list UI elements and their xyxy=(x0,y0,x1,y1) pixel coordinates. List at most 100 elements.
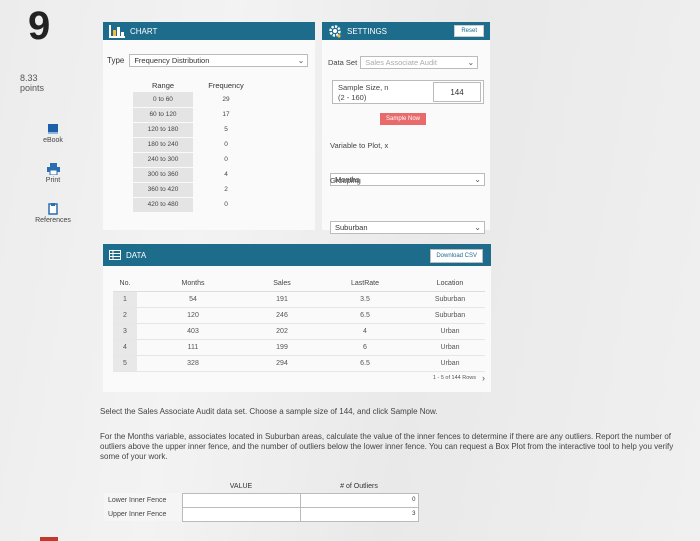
sample-now-button[interactable]: Sample Now xyxy=(380,113,427,125)
pagination-text: 1 - 5 of 144 Rows xyxy=(432,375,476,381)
outliers-header: # of Outliers xyxy=(340,482,378,490)
table-row: 3 403 202 4 Urban xyxy=(113,323,485,340)
table-row: 1 54 191 3.5 Suburban xyxy=(113,291,485,308)
chart-type-value: Frequency Distribution xyxy=(134,55,210,65)
table-row: 4 111 199 6 Urban xyxy=(113,339,485,356)
chart-type-select[interactable]: Frequency Distribution ⌄ xyxy=(129,53,309,67)
location-cell: Urban xyxy=(415,339,485,356)
ebook-label: eBook xyxy=(43,137,63,144)
upper-fence-value-input[interactable] xyxy=(181,506,301,522)
frequency-cell: 0 xyxy=(224,156,228,163)
instruction-line-1: Select the Sales Associate Audit data se… xyxy=(100,407,438,416)
lastrate-cell: 6.5 xyxy=(315,307,415,324)
column-header: Months xyxy=(137,276,249,292)
frequency-header: Frequency xyxy=(208,81,244,90)
table-row: Lower Inner Fence 0 xyxy=(104,492,419,508)
print-link[interactable]: Print xyxy=(28,163,78,184)
sales-cell: 199 xyxy=(249,339,315,356)
location-cell: Urban xyxy=(415,323,485,340)
table-row: 300 to 360 4 xyxy=(133,167,259,183)
lastrate-cell: 6.5 xyxy=(315,355,415,372)
bottom-accent-bar xyxy=(40,537,58,541)
ebook-link[interactable]: eBook xyxy=(28,123,78,144)
range-cell: 360 to 420 xyxy=(133,182,193,198)
chevron-down-icon: ⌄ xyxy=(474,223,481,232)
range-cell: 180 to 240 xyxy=(133,137,193,153)
range-cell: 120 to 180 xyxy=(133,122,193,138)
bar-chart-icon xyxy=(109,24,125,38)
question-number: 9 xyxy=(28,4,51,48)
grouping-select[interactable]: Suburban ⌄ xyxy=(330,221,485,234)
data-table: No. Months Sales LastRate Location 1 54 … xyxy=(113,276,485,372)
references-link[interactable]: References xyxy=(28,203,78,224)
range-cell: 60 to 120 xyxy=(133,107,193,123)
location-cell: Urban xyxy=(415,355,485,372)
frequency-table: Range Frequency 0 to 60 29 60 to 120 17 12… xyxy=(133,79,259,213)
chevron-right-icon[interactable]: › xyxy=(482,373,485,383)
lower-fence-outliers-input[interactable]: 0 xyxy=(299,492,419,508)
sample-size-box: Sample Size, n (2 - 160) 144 xyxy=(332,80,484,104)
points-value: 8.33 xyxy=(20,73,38,83)
sales-cell: 202 xyxy=(249,323,315,340)
ebook-icon xyxy=(48,124,58,134)
range-header: Range xyxy=(151,81,175,90)
column-header: No. xyxy=(113,276,137,292)
gear-icon xyxy=(329,25,341,38)
data-title: DATA xyxy=(126,250,147,260)
frequency-cell: 4 xyxy=(224,171,228,178)
months-cell: 328 xyxy=(137,355,249,372)
row-number: 1 xyxy=(113,291,137,308)
instruction-line-2: For the Months variable, associates loca… xyxy=(100,432,674,461)
row-number: 4 xyxy=(113,339,137,356)
months-cell: 120 xyxy=(137,307,249,324)
column-header: Sales xyxy=(249,276,315,292)
type-label: Type xyxy=(107,55,125,65)
frequency-cell: 0 xyxy=(224,201,228,208)
frequency-cell: 0 xyxy=(224,141,228,148)
sales-cell: 294 xyxy=(249,355,315,372)
pagination: 1 - 5 of 144 Rows › xyxy=(433,373,485,383)
column-header: Location xyxy=(415,276,485,292)
chevron-down-icon: ⌄ xyxy=(467,58,475,67)
empty-header xyxy=(104,480,182,493)
download-csv-button[interactable]: Download CSV xyxy=(430,249,483,263)
references-label: References xyxy=(35,217,71,224)
months-cell: 54 xyxy=(137,291,249,308)
table-row: 60 to 120 17 xyxy=(133,107,259,123)
location-cell: Suburban xyxy=(415,291,485,308)
lastrate-cell: 3.5 xyxy=(315,291,415,308)
months-cell: 111 xyxy=(137,339,249,356)
points-label: points xyxy=(20,83,45,93)
lower-fence-value-input[interactable] xyxy=(181,492,301,508)
table-row: 0 to 60 29 xyxy=(133,92,259,108)
sample-size-input[interactable]: 144 xyxy=(433,82,481,102)
lastrate-cell: 4 xyxy=(315,323,415,340)
reset-button[interactable]: Reset xyxy=(454,25,484,37)
location-cell: Suburban xyxy=(415,307,485,324)
dataset-row: Data Set Sales Associate Audit ⌄ xyxy=(328,56,486,69)
frequency-cell: 17 xyxy=(222,111,230,118)
value-header: VALUE xyxy=(229,482,253,490)
settings-header: SETTINGS Reset xyxy=(322,22,490,40)
sample-size-label: Sample Size, n xyxy=(338,83,389,92)
settings-panel: SETTINGS Reset Data Set Sales Associate … xyxy=(322,22,490,234)
range-cell: 300 to 360 xyxy=(133,167,193,183)
variable-label: Variable to Plot, x xyxy=(330,141,389,150)
lastrate-cell: 6 xyxy=(315,339,415,356)
chart-panel: CHART Type Frequency Distribution ⌄ Rang… xyxy=(103,22,315,230)
range-cell: 420 to 480 xyxy=(133,197,193,213)
grouping-label: Grouping xyxy=(330,176,361,185)
settings-title: SETTINGS xyxy=(347,26,388,36)
table-row: Upper Inner Fence 3 xyxy=(104,506,419,522)
row-number: 3 xyxy=(113,323,137,340)
dataset-label: Data Set xyxy=(328,58,358,67)
range-cell: 240 to 300 xyxy=(133,152,193,168)
table-row: 420 to 480 0 xyxy=(133,197,259,213)
frequency-cell: 2 xyxy=(224,186,228,193)
dataset-select[interactable]: Sales Associate Audit ⌄ xyxy=(360,56,479,69)
table-row: 360 to 420 2 xyxy=(133,182,259,198)
upper-fence-outliers-input[interactable]: 3 xyxy=(299,506,419,522)
frequency-cell: 29 xyxy=(222,96,230,103)
sales-cell: 191 xyxy=(249,291,315,308)
chart-title: CHART xyxy=(130,26,158,36)
